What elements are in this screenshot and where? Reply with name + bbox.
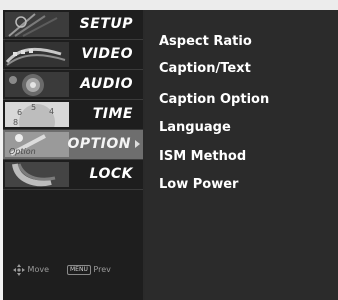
move-arrows-icon [13, 263, 25, 276]
menu-item-setup[interactable]: SETUP [3, 10, 143, 40]
osd-menu: SETUP VIDEO AUDIO 6 5 4 8 TIME Option OP… [3, 10, 338, 300]
svg-text:8: 8 [13, 118, 18, 127]
video-icon [5, 42, 69, 67]
top-bar [0, 0, 338, 10]
menu-item-label: AUDIO [80, 76, 133, 92]
menu-item-label: LOCK [89, 166, 133, 182]
svg-text:5: 5 [31, 103, 36, 112]
menu-item-video[interactable]: VIDEO [3, 40, 143, 70]
setup-icon [5, 12, 69, 37]
submenu-panel: Aspect Ratio Caption/Text Caption Option… [145, 10, 338, 300]
submenu-item-ism-method[interactable]: ISM Method [159, 149, 246, 164]
tv-screen: SETUP VIDEO AUDIO 6 5 4 8 TIME Option OP… [0, 0, 338, 300]
svg-text:6: 6 [17, 108, 22, 117]
move-hint: Move [13, 262, 49, 278]
menu-key-badge: MENU [67, 264, 91, 275]
prev-hint: MENU Prev [67, 262, 111, 278]
svg-text:Option: Option [9, 147, 36, 156]
menu-item-label: SETUP [79, 16, 133, 32]
submenu-item-caption-text[interactable]: Caption/Text [159, 61, 251, 76]
menu-item-label: OPTION [67, 136, 131, 152]
svg-text:4: 4 [49, 107, 54, 116]
time-icon: 6 5 4 8 [5, 102, 69, 127]
move-hint-label: Move [27, 265, 49, 274]
submenu-arrow-icon [135, 140, 140, 148]
menu-item-label: VIDEO [81, 46, 133, 62]
key-hints: Move MENU Prev [3, 262, 143, 292]
submenu-item-caption-option[interactable]: Caption Option [159, 92, 269, 107]
prev-hint-label: Prev [93, 265, 111, 274]
submenu-item-low-power[interactable]: Low Power [159, 177, 238, 192]
menu-item-audio[interactable]: AUDIO [3, 70, 143, 100]
menu-item-time[interactable]: 6 5 4 8 TIME [3, 100, 143, 130]
menu-item-option[interactable]: Option OPTION [3, 130, 143, 160]
menu-item-lock[interactable]: LOCK [3, 160, 143, 190]
menu-item-label: TIME [92, 106, 133, 122]
lock-icon [5, 162, 69, 187]
submenu-item-language[interactable]: Language [159, 120, 231, 135]
audio-icon [5, 72, 69, 97]
category-panel: SETUP VIDEO AUDIO 6 5 4 8 TIME Option OP… [3, 10, 143, 300]
submenu-item-aspect-ratio[interactable]: Aspect Ratio [159, 34, 252, 49]
option-icon: Option [5, 132, 69, 157]
